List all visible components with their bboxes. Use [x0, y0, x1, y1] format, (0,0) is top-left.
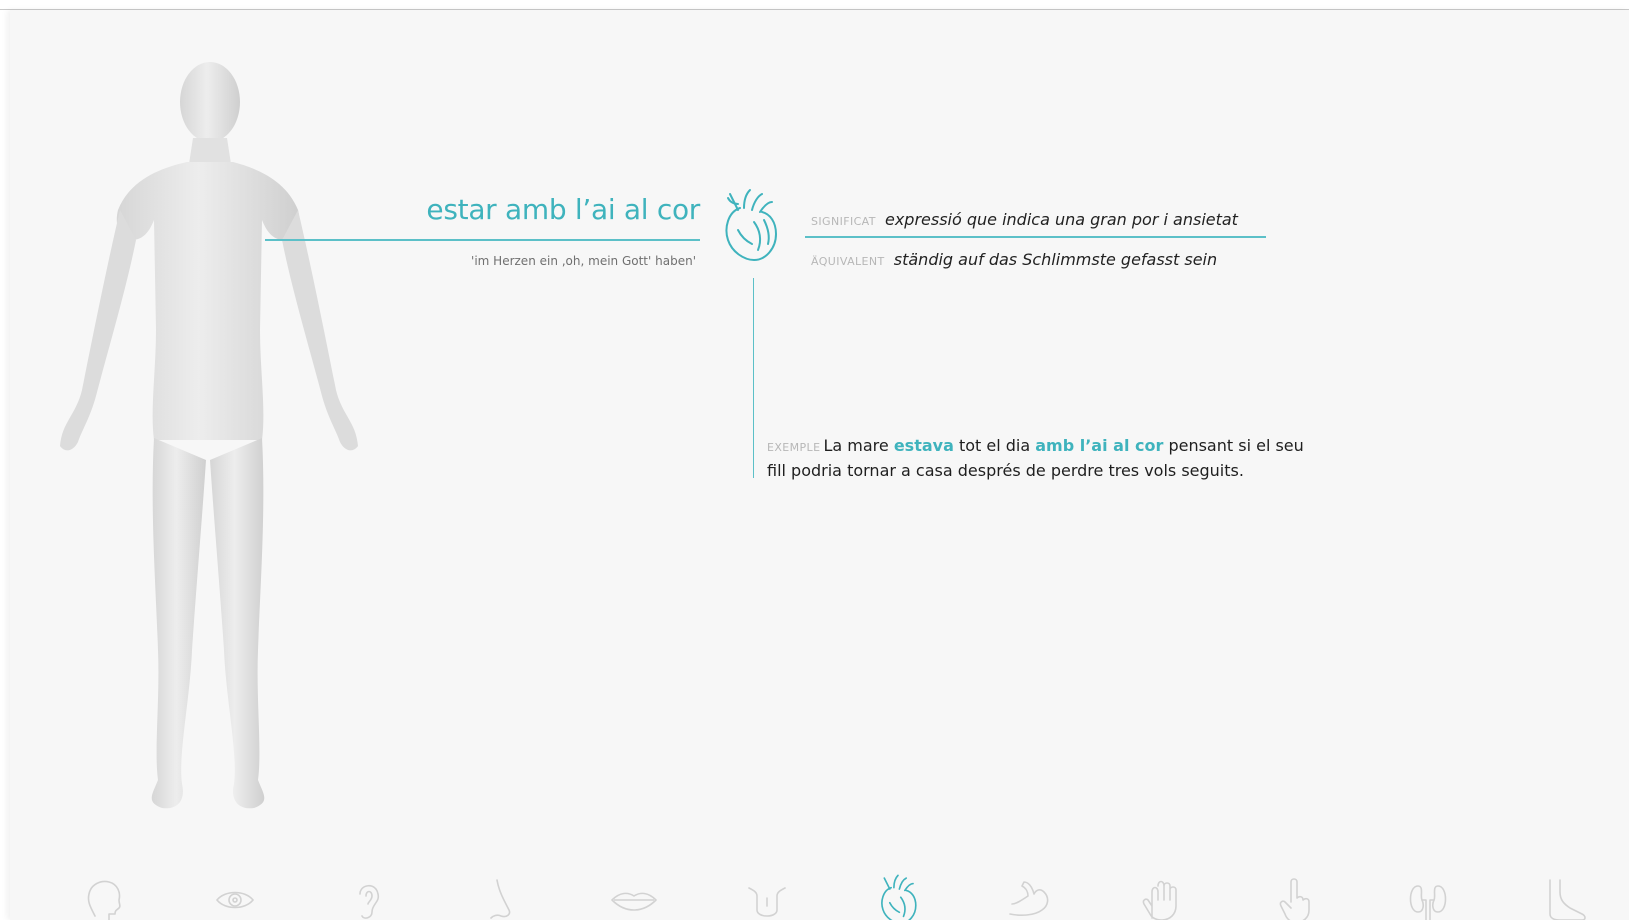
nav-item-kidneys[interactable] [1402, 874, 1454, 920]
app-window: estar amb l’ai al cor 'im Herzen ein ‚oh… [0, 0, 1629, 920]
significat-text: expressió que indica una gran por i ansi… [884, 210, 1238, 229]
example-text-1: La mare [823, 436, 894, 455]
nose-icon [490, 879, 511, 919]
nav-item-ear[interactable] [342, 874, 394, 920]
nav-item-hand[interactable] [1136, 874, 1188, 920]
finger-icon [1279, 878, 1310, 920]
main-panel: estar amb l’ai al cor 'im Herzen ein ‚oh… [10, 10, 1629, 920]
heart-icon [881, 874, 917, 920]
hand-icon [1142, 880, 1177, 920]
nav-item-arm[interactable] [1004, 874, 1056, 920]
significat-row: SIGNIFICAT expressió que indica una gran… [811, 210, 1238, 229]
tongue-icon [748, 887, 786, 917]
eye-icon [215, 891, 255, 909]
kidneys-icon [1409, 885, 1447, 920]
lips-icon [611, 892, 657, 911]
nav-item-lips[interactable] [608, 874, 660, 920]
example-highlight-2: amb l’ai al cor [1035, 436, 1164, 455]
nav-item-tongue[interactable] [741, 874, 793, 920]
example-sentence: EXEMPLE La mare estava tot el dia amb l’a… [767, 434, 1327, 482]
example-highlight-1: estava [893, 436, 954, 455]
heart-icon [725, 189, 777, 261]
body-part-nav [20, 870, 1629, 920]
aquivalent-row: ÄQUIVALENT ständig auf das Schlimmste ge… [811, 250, 1217, 269]
example-text-2: tot el dia [953, 436, 1036, 455]
idiom-title: estar amb l’ai al cor [426, 193, 700, 226]
ear-icon [359, 884, 380, 919]
definition-divider [805, 236, 1266, 238]
aquivalent-text: ständig auf das Schlimmste gefasst sein [893, 250, 1218, 269]
nav-item-foot[interactable] [1540, 874, 1592, 920]
nav-item-finger[interactable] [1269, 874, 1321, 920]
nav-item-heart[interactable] [872, 874, 924, 920]
significat-label: SIGNIFICAT [811, 215, 876, 228]
arm-icon [1009, 881, 1049, 916]
idiom-translation: 'im Herzen ein ‚oh, mein Gott' haben' [471, 254, 696, 268]
nav-item-nose[interactable] [475, 874, 527, 920]
vertical-connector [753, 278, 754, 478]
nav-item-head[interactable] [77, 874, 129, 920]
foot-icon [1549, 879, 1586, 920]
title-underline [265, 239, 700, 241]
aquivalent-label: ÄQUIVALENT [811, 255, 885, 268]
example-label: EXEMPLE [767, 441, 821, 454]
nav-item-eye[interactable] [209, 874, 261, 920]
human-figure [60, 62, 358, 809]
head-icon [87, 880, 121, 920]
